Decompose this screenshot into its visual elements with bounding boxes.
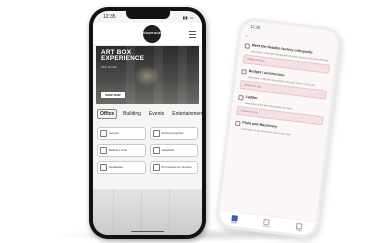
brand-logo[interactable]: EVENT BOX: [143, 25, 161, 43]
hero-photo-light: [134, 66, 160, 86]
tile-label: Delivery zone: [109, 147, 128, 152]
key-icon: [100, 130, 107, 137]
tabbar-profile[interactable]: Profile: [296, 222, 303, 232]
photo-detail: [169, 189, 170, 235]
user-icon: [296, 222, 303, 230]
tile-label: Promotions for tenants: [161, 164, 192, 169]
hero-title: ART BOX EXPERIENCE: [101, 49, 145, 63]
service-tiles: Access School reception Delivery zone He…: [97, 127, 198, 174]
tile-delivery-zone[interactable]: Delivery zone: [97, 144, 146, 157]
headset-icon: [152, 147, 160, 154]
factory-icon: [244, 43, 251, 49]
phone-notch: [126, 11, 170, 19]
category-tabs: Office Building Events Entertainment: [97, 108, 202, 120]
tabbar-label: Services: [261, 225, 271, 229]
hero-subtitle: SEE MORE: [101, 66, 118, 69]
reception-icon: [152, 130, 160, 137]
machinery-icon: [234, 120, 241, 127]
question-list: Meet the Netafim factory orthopedic Desc…: [234, 42, 332, 145]
tile-access[interactable]: Access: [97, 127, 146, 140]
home-indicator: [131, 230, 164, 232]
hamburger-menu-icon[interactable]: [189, 31, 196, 38]
tabbar-label: Profile: [295, 229, 302, 233]
right-phone: 12:35 ‹ Meet the Netafim factory orthope…: [214, 16, 343, 240]
tab-entertainment[interactable]: Entertainment: [170, 110, 202, 118]
tile-helpdesk[interactable]: Helpdesk: [149, 144, 198, 157]
tile-label: School reception: [161, 130, 184, 135]
photo-detail: [113, 189, 114, 235]
tile-newsletter[interactable]: Newsletter: [97, 161, 146, 174]
status-time: 12:35: [249, 23, 261, 30]
mail-icon: [100, 164, 107, 171]
grid-icon: [263, 218, 271, 226]
ladder-icon: [238, 94, 244, 101]
hero-banner[interactable]: ART BOX EXPERIENCE SEE MORE SHOP NOW: [96, 46, 199, 104]
signal-battery-icon: ▮▮ ▭: [182, 14, 194, 20]
truck-icon: [100, 147, 107, 154]
status-time: 12:35: [103, 14, 116, 20]
photo-detail: [141, 189, 142, 235]
tab-events[interactable]: Events: [147, 110, 166, 118]
background-photo: [93, 189, 202, 235]
top-bar: EVENT BOX: [93, 23, 202, 46]
tab-building[interactable]: Building: [121, 110, 143, 118]
hero-photo-pillar: [178, 46, 187, 104]
home-icon: [231, 214, 238, 222]
tag-icon: [152, 164, 160, 171]
blueprint-icon: [241, 69, 247, 75]
tile-promotions[interactable]: Promotions for tenants: [149, 161, 198, 174]
back-arrow-icon[interactable]: ‹: [246, 33, 248, 39]
tabbar-services[interactable]: Services: [262, 218, 271, 228]
left-phone: 12:35 ▮▮ ▭ EVENT BOX ART BOX EXPERIENCE …: [89, 7, 206, 239]
tile-label: Helpdesk: [161, 147, 175, 152]
tile-label: Newsletter: [109, 164, 124, 169]
tabbar-label: Home: [230, 221, 237, 225]
tabbar-home[interactable]: Home: [231, 214, 238, 224]
tab-office[interactable]: Office: [97, 109, 118, 119]
item-title: Ladder: [245, 94, 258, 101]
left-phone-screen: 12:35 ▮▮ ▭ EVENT BOX ART BOX EXPERIENCE …: [93, 11, 202, 235]
tile-label: Access: [109, 130, 119, 135]
hero-cta-button[interactable]: SHOP NOW: [101, 92, 125, 98]
tile-school-reception[interactable]: School reception: [149, 127, 198, 140]
